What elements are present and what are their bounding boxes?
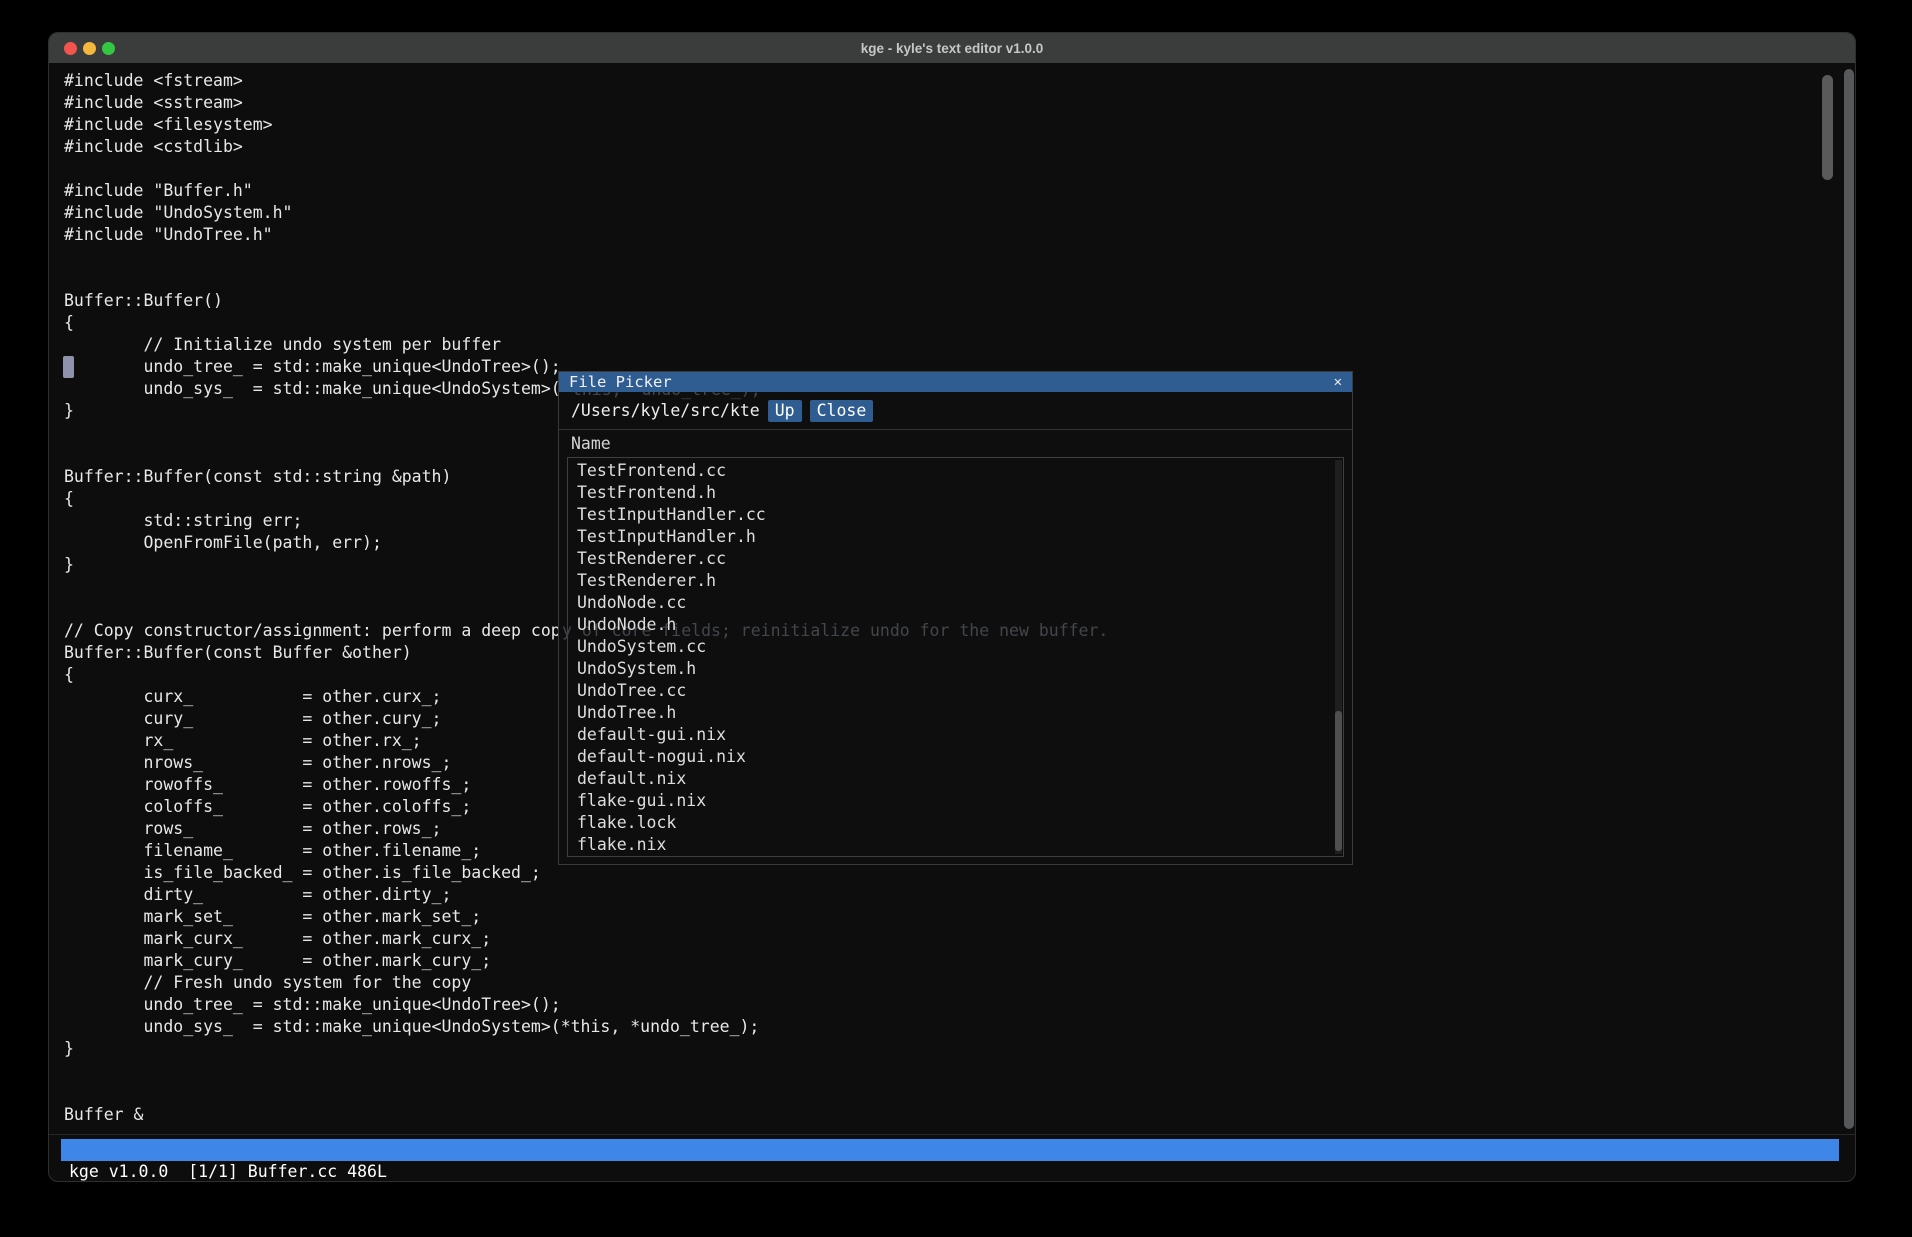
file-item[interactable]: UndoNode.h [568,614,1343,636]
file-item[interactable]: flake.nix [568,834,1343,856]
file-item[interactable]: UndoTree.h [568,702,1343,724]
file-picker-titlebar: File Picker ✕ [559,372,1352,392]
file-item[interactable]: UndoNode.cc [568,592,1343,614]
file-item[interactable]: flake.lock [568,812,1343,834]
app-window: kge - kyle's text editor v1.0.0 #include… [48,32,1856,1182]
up-button[interactable]: Up [768,400,802,422]
file-item[interactable]: UndoTree.cc [568,680,1343,702]
window-titlebar: kge - kyle's text editor v1.0.0 [49,33,1855,63]
file-picker-dialog: *this, *undo_tree_); y of core fields; r… [558,371,1353,865]
status-bar: kge v1.0.0 [1/1] Buffer.cc 486L Open Fil… [61,1139,1839,1161]
file-item[interactable]: TestRenderer.h [568,570,1343,592]
file-item[interactable]: flake-gui.nix [568,790,1343,812]
traffic-lights [64,42,115,55]
status-file-info: kge v1.0.0 [1/1] Buffer.cc 486L [69,1161,387,1182]
window-title: kge - kyle's text editor v1.0.0 [49,41,1855,56]
statusbar-divider [49,1134,1855,1135]
path-row: /Users/kyle/src/kte Up Close [559,392,1352,430]
editor-scrollbar-thumb[interactable] [1822,75,1833,180]
file-item[interactable]: UndoSystem.cc [568,636,1343,658]
current-path: /Users/kyle/src/kte [571,401,760,420]
window-scrollbar-track[interactable] [1844,69,1854,1129]
file-item[interactable]: TestFrontend.h [568,482,1343,504]
file-list[interactable]: TestFrontend.ccTestFrontend.hTestInputHa… [567,457,1344,857]
file-item[interactable]: TestRenderer.cc [568,548,1343,570]
file-item[interactable]: TestInputHandler.cc [568,504,1343,526]
text-cursor [63,356,74,378]
file-item[interactable]: UndoSystem.h [568,658,1343,680]
file-item[interactable]: TestInputHandler.h [568,526,1343,548]
file-item[interactable]: TestFrontend.cc [568,460,1343,482]
close-icon[interactable]: ✕ [1334,374,1342,390]
file-item[interactable]: default.nix [568,768,1343,790]
column-header-name: Name [571,431,611,457]
close-button[interactable]: Close [810,400,874,422]
minimize-window-icon[interactable] [83,42,96,55]
file-item[interactable]: default-nogui.nix [568,746,1343,768]
close-window-icon[interactable] [64,42,77,55]
file-picker-title: File Picker [569,373,672,391]
maximize-window-icon[interactable] [102,42,115,55]
file-item[interactable]: default-gui.nix [568,724,1343,746]
list-scrollbar-thumb[interactable] [1335,711,1342,851]
